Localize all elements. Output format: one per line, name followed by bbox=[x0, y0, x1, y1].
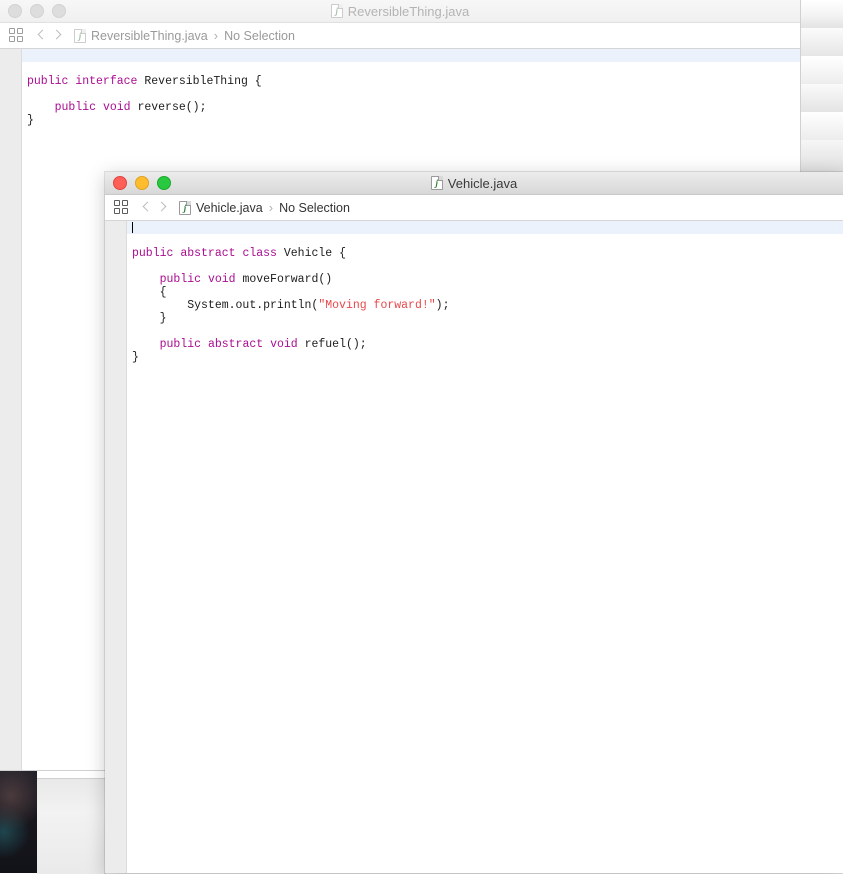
java-file-icon: j bbox=[74, 28, 86, 43]
navigate-forward-icon[interactable] bbox=[155, 199, 171, 217]
background-row bbox=[801, 84, 843, 112]
breadcrumb-separator: › bbox=[213, 28, 219, 43]
editor-gutter bbox=[0, 49, 22, 770]
titlebar-vehicle[interactable]: j Vehicle.java bbox=[105, 172, 843, 195]
breadcrumb-selection[interactable]: No Selection bbox=[279, 201, 350, 215]
java-file-icon: j bbox=[179, 200, 191, 215]
background-window-right[interactable] bbox=[800, 0, 843, 174]
window-title-text: ReversibleThing.java bbox=[347, 3, 470, 19]
background-row bbox=[801, 140, 843, 174]
background-row bbox=[801, 28, 843, 56]
source-code[interactable]: public abstract class Vehicle { public v… bbox=[127, 221, 843, 364]
editor-vehicle[interactable]: public abstract class Vehicle { public v… bbox=[105, 221, 843, 873]
java-file-icon: j bbox=[430, 176, 443, 190]
window-title-vehicle: j Vehicle.java bbox=[430, 175, 518, 191]
minimize-button[interactable] bbox=[30, 4, 44, 18]
breadcrumb-file[interactable]: Vehicle.java bbox=[196, 201, 263, 215]
window-title-text: Vehicle.java bbox=[447, 175, 518, 191]
editor-gutter bbox=[105, 221, 127, 873]
close-button[interactable] bbox=[113, 176, 127, 190]
java-file-icon: j bbox=[330, 4, 343, 18]
navigate-forward-icon[interactable] bbox=[50, 27, 66, 45]
source-code[interactable]: public interface ReversibleThing { publi… bbox=[22, 49, 800, 127]
breadcrumb[interactable]: j Vehicle.java › No Selection bbox=[179, 200, 350, 215]
window-title-reversiblething: j ReversibleThing.java bbox=[330, 3, 470, 19]
desktop-wallpaper bbox=[0, 770, 37, 873]
breadcrumb-separator: › bbox=[268, 200, 274, 215]
window-vehicle[interactable]: j Vehicle.java j Vehicle.java › No Selec… bbox=[105, 172, 843, 873]
background-row bbox=[801, 0, 843, 28]
breadcrumb-file[interactable]: ReversibleThing.java bbox=[91, 29, 208, 43]
breadcrumb[interactable]: j ReversibleThing.java › No Selection bbox=[74, 28, 295, 43]
navigate-back-icon[interactable] bbox=[34, 27, 50, 45]
related-items-icon[interactable] bbox=[114, 200, 129, 215]
navigate-back-icon[interactable] bbox=[139, 199, 155, 217]
background-row bbox=[801, 112, 843, 140]
breadcrumb-selection[interactable]: No Selection bbox=[224, 29, 295, 43]
minimize-button[interactable] bbox=[135, 176, 149, 190]
traffic-lights-reversiblething[interactable] bbox=[8, 0, 66, 22]
titlebar-reversiblething[interactable]: j ReversibleThing.java bbox=[0, 0, 800, 23]
related-items-icon[interactable] bbox=[9, 28, 24, 43]
background-row bbox=[801, 56, 843, 84]
code-area[interactable]: public abstract class Vehicle { public v… bbox=[127, 221, 843, 873]
breadcrumb-bar-vehicle[interactable]: j Vehicle.java › No Selection bbox=[105, 195, 843, 221]
background-window-bottom-left[interactable] bbox=[37, 778, 106, 874]
traffic-lights-vehicle[interactable] bbox=[113, 172, 171, 194]
maximize-button[interactable] bbox=[52, 4, 66, 18]
close-button[interactable] bbox=[8, 4, 22, 18]
breadcrumb-bar-reversiblething[interactable]: j ReversibleThing.java › No Selection bbox=[0, 23, 800, 49]
maximize-button[interactable] bbox=[157, 176, 171, 190]
